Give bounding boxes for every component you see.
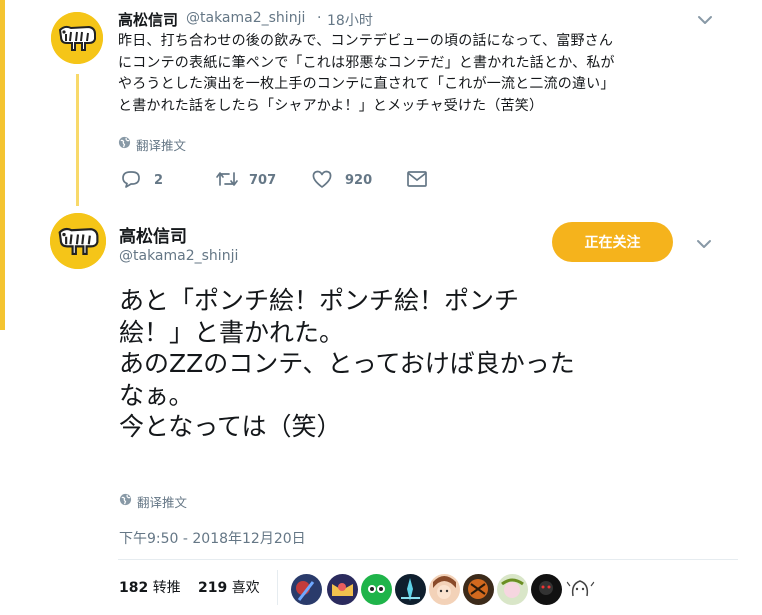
liker-avatar[interactable] [564, 573, 597, 606]
liker-avatar[interactable] [530, 573, 563, 606]
tweet-text-line: 昨日、打ち合わせの後の飲みで、コンテデビューの頃の話になって、富野さん [118, 33, 614, 49]
author-avatar[interactable] [51, 12, 103, 64]
globe-icon [119, 493, 132, 506]
following-button[interactable]: 正在关注 [552, 222, 673, 262]
author-handle[interactable]: @takama2_shinji [119, 248, 238, 264]
tweet-menu-button[interactable] [694, 234, 714, 254]
tweet-text: あと「ポンチ絵！ポンチ絵！ポンチ 絵！」と書かれた。 あのZZのコンテ、とってお… [119, 285, 739, 443]
like-count: 920 [345, 173, 373, 188]
chevron-down-icon [697, 240, 711, 248]
window-edge-strip [0, 0, 5, 330]
liker-avatar[interactable] [496, 573, 529, 606]
window-edge-strip-lower [0, 330, 5, 615]
tweet-text-line: やろうとした演出を一枚上手のコンテに直されて「これが一流と二流の違い」 [118, 76, 615, 92]
author-name[interactable]: 高松信司 [119, 222, 187, 247]
retweets-count: 182 [119, 580, 149, 596]
reply-count: 2 [154, 173, 164, 188]
liker-avatar[interactable] [360, 573, 393, 606]
tweet-text-line: と書かれた話をしたら「シャアかよ！」とメッチャ受けた（苦笑） [118, 97, 544, 114]
chevron-down-icon [698, 16, 712, 24]
thread-connector-line [76, 74, 79, 206]
liker-avatar[interactable] [326, 573, 359, 606]
retweet-count: 707 [249, 173, 277, 188]
likes-stat[interactable]: 219 喜欢 [198, 577, 260, 597]
likes-count: 219 [198, 580, 228, 596]
author-handle[interactable]: @takama2_shinji [186, 10, 305, 26]
translate-tweet-link[interactable]: 翻译推文 [136, 135, 186, 154]
author-avatar[interactable] [50, 213, 106, 269]
tweet-text-line: にコンテの表紙に筆ペンで「これは邪悪なコンテだ」と書かれた話とか、私が [118, 54, 615, 71]
tweet-timestamp[interactable]: 下午9:50 - 2018年12月20日 [119, 528, 306, 548]
liker-avatar[interactable] [290, 573, 323, 606]
translate-tweet-link[interactable]: 翻译推文 [137, 492, 187, 511]
tweet-text-line: あのZZのコンテ、とっておけば良かった [119, 349, 575, 378]
tweet-text-line: なぁ。 [119, 380, 194, 410]
retweets-label: 转推 [152, 580, 181, 596]
tweet-text: 昨日、打ち合わせの後の飲みで、コンテデビューの頃の話になって、富野さん にコンテ… [118, 31, 708, 117]
liker-avatar[interactable] [428, 573, 461, 606]
globe-icon [118, 136, 131, 149]
likes-label: 喜欢 [231, 580, 260, 596]
avatar-logo-icon [51, 12, 103, 64]
tweet-text-line: 今となっては（笑） [119, 412, 342, 441]
stats-divider [277, 570, 278, 605]
tweet-menu-button[interactable] [695, 10, 715, 30]
liker-avatar[interactable] [394, 573, 427, 606]
envelope-icon[interactable] [406, 170, 428, 188]
liker-avatar[interactable] [462, 573, 495, 606]
retweets-stat[interactable]: 182 转推 [119, 577, 181, 597]
avatar-logo-icon [50, 213, 106, 269]
heart-icon[interactable] [311, 169, 333, 189]
tweet-time[interactable]: 18小时 [327, 10, 373, 30]
retweet-icon[interactable] [214, 169, 240, 189]
divider [118, 559, 738, 560]
tweet-text-line: 絵！」と書かれた。 [119, 317, 345, 347]
meta-separator: · [317, 10, 322, 26]
author-name[interactable]: 高松信司 [118, 9, 178, 30]
tweet-text-line: あと「ポンチ絵！ポンチ絵！ポンチ [119, 286, 520, 315]
reply-icon[interactable] [120, 169, 142, 189]
